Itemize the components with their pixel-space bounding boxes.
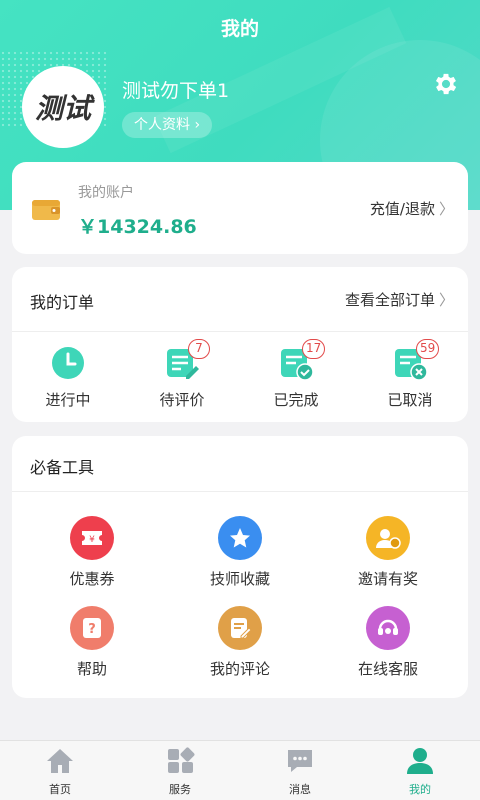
comment-icon <box>218 606 262 650</box>
orders-title: 我的订单 <box>30 293 95 312</box>
orders-card: 我的订单 查看全部订单〉 进行中 7 待评价 17 已完成 59 已取消 <box>12 267 468 422</box>
clock-icon <box>52 347 84 379</box>
chevron-right-icon: › <box>190 117 201 133</box>
tool-invite[interactable]: 邀请有奖 <box>328 516 448 589</box>
tool-favorite-technician[interactable]: 技师收藏 <box>180 516 300 589</box>
account-card[interactable]: 我的账户 ￥14324.86 充值/退款〉 <box>12 162 468 254</box>
tab-bar: 首页 服务 消息 我的 <box>0 740 480 800</box>
tools-title: 必备工具 <box>30 458 95 477</box>
divider <box>12 331 468 332</box>
tab-service[interactable]: 服务 <box>135 747 225 797</box>
wallet-icon <box>32 200 60 220</box>
tools-card: 必备工具 ¥ 优惠券 技师收藏 邀请有奖 ? 帮助 我的评论 在线客服 <box>12 436 468 698</box>
tool-help[interactable]: ? 帮助 <box>32 606 152 679</box>
help-icon: ? <box>70 606 114 650</box>
chevron-right-icon: 〉 <box>438 200 454 218</box>
tool-my-comments[interactable]: 我的评论 <box>180 606 300 679</box>
order-cancelled[interactable]: 59 已取消 <box>360 339 460 415</box>
view-all-orders-link[interactable]: 查看全部订单〉 <box>345 289 454 310</box>
tab-mine[interactable]: 我的 <box>375 747 465 797</box>
tab-messages[interactable]: 消息 <box>255 747 345 797</box>
order-pending-review[interactable]: 7 待评价 <box>132 339 232 415</box>
avatar[interactable]: 测试 <box>22 66 104 148</box>
completed-badge: 17 <box>302 339 326 359</box>
account-balance: ￥14324.86 <box>78 216 197 238</box>
invite-icon <box>366 516 410 560</box>
grid-icon <box>168 747 195 773</box>
order-completed[interactable]: 17 已完成 <box>246 339 346 415</box>
coupon-icon: ¥ <box>70 516 114 560</box>
account-label: 我的账户 <box>78 185 134 201</box>
message-icon <box>288 750 312 772</box>
svg-text:?: ? <box>88 622 96 637</box>
page-title: 我的 <box>220 18 259 40</box>
cancelled-badge: 59 <box>416 339 440 359</box>
tool-coupon[interactable]: ¥ 优惠券 <box>32 516 152 589</box>
svg-text:¥: ¥ <box>89 535 95 545</box>
order-in-progress[interactable]: 进行中 <box>18 345 118 415</box>
divider <box>12 491 468 492</box>
gear-icon[interactable] <box>432 70 460 98</box>
tab-home[interactable]: 首页 <box>15 747 105 797</box>
pending-review-badge: 7 <box>188 339 210 359</box>
user-icon <box>407 748 433 774</box>
chevron-right-icon: 〉 <box>438 291 454 309</box>
profile-button[interactable]: 个人资料 › <box>122 112 213 138</box>
star-icon <box>218 516 262 560</box>
service-icon <box>366 606 410 650</box>
home-icon <box>47 749 73 773</box>
tool-online-service[interactable]: 在线客服 <box>328 606 448 679</box>
recharge-refund-link[interactable]: 充值/退款〉 <box>370 198 454 219</box>
username: 测试勿下单1 <box>122 80 230 102</box>
